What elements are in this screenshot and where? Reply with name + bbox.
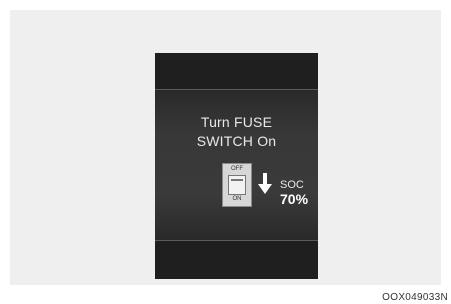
switch-off-label: OFF	[231, 166, 243, 172]
message-line-2: SWITCH On	[196, 133, 277, 149]
switch-lever	[228, 175, 246, 195]
soc-label: SOC	[280, 179, 304, 191]
cluster-display: Turn FUSE SWITCH On OFF ON SOC 70%	[155, 53, 318, 279]
message-line-1: Turn FUSE	[200, 114, 273, 130]
figure-panel: Turn FUSE SWITCH On OFF ON SOC 70%	[10, 10, 441, 285]
figure-code: OOX049033N	[382, 292, 448, 303]
soc-value: 70%	[280, 191, 309, 207]
arrow-down-icon	[258, 173, 272, 194]
switch-on-label: ON	[232, 196, 242, 202]
fuse-switch-icon: OFF ON	[222, 163, 252, 207]
